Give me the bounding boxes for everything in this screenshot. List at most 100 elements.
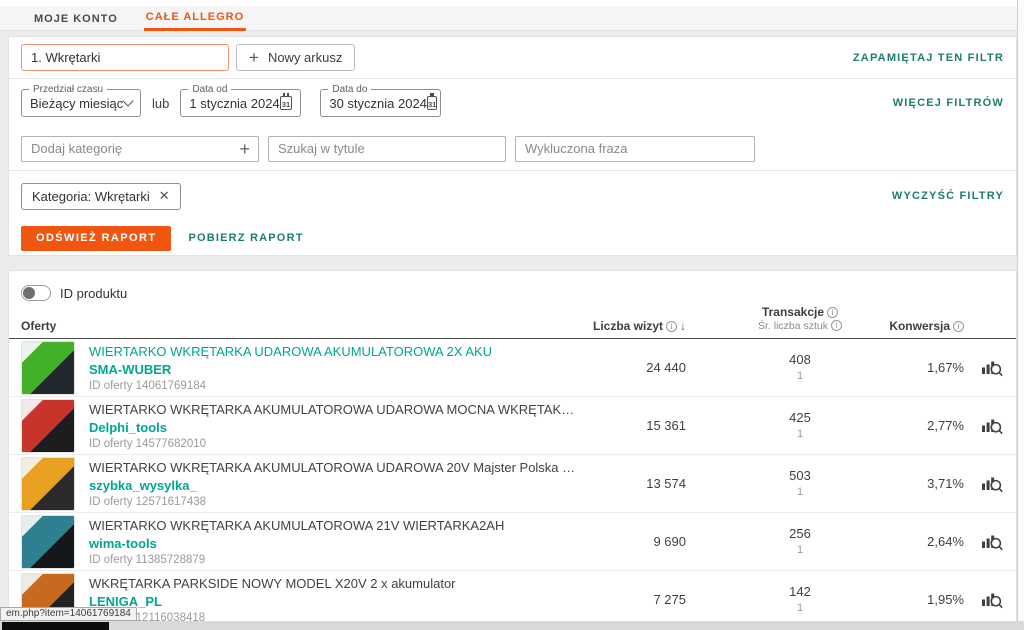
seller-link[interactable]: LENIGA_PL — [89, 594, 456, 609]
table-row: WIERTARKO WKRĘTARKA UDAROWA AKUMULATOROW… — [9, 339, 1016, 397]
visits-value: 24 440 — [576, 360, 686, 375]
seller-link[interactable]: SMA-WUBER — [89, 362, 492, 377]
conversion-value: 1,95% — [854, 592, 964, 607]
bottom-black-bar — [2, 622, 109, 630]
tab-list: MOJE KONTO CAŁE ALLEGRO — [32, 6, 246, 31]
category-filter-chip[interactable]: Kategoria: Wkrętarki ✕ — [21, 183, 181, 210]
product-id-toggle-label: ID produktu — [60, 286, 127, 301]
column-header-visits[interactable]: Liczba wizyt↓ — [576, 319, 686, 333]
offer-cell: WIERTARKO WKRĘTARKA UDAROWA AKUMULATOROW… — [21, 341, 576, 395]
scrollbar-gutter[interactable] — [1017, 0, 1024, 630]
filter-card: + Nowy arkusz ZAPAMIĘTAJ TEN FILTR Przed… — [8, 36, 1017, 256]
avg-units-value: 1 — [746, 485, 854, 500]
seller-link[interactable]: wima-tools — [89, 536, 504, 551]
or-label: lub — [152, 96, 169, 111]
transactions-value: 408 — [746, 351, 854, 369]
transactions-value: 256 — [746, 525, 854, 543]
stats-magnifier-icon[interactable] — [964, 473, 1004, 494]
column-header-conversion: Konwersja — [854, 319, 964, 333]
transactions-value: 142 — [746, 583, 854, 601]
column-header-avg-units: Śr. liczba sztuk — [746, 320, 854, 333]
transactions-value: 425 — [746, 409, 854, 427]
column-header-offers: Oferty — [21, 319, 576, 333]
chevron-down-icon — [122, 95, 133, 106]
offer-title[interactable]: WIERTARKO WKRĘTARKA AKUMULATOROWA UDAROW… — [89, 460, 576, 475]
report-card: ID produktu Oferty Liczba wizyt↓ Transak… — [8, 270, 1017, 630]
product-image[interactable] — [21, 399, 75, 453]
time-range-label: Przedział czasu — [29, 84, 107, 95]
conversion-value: 2,77% — [854, 418, 964, 433]
offer-id: ID oferty 12571617438 — [89, 496, 576, 508]
stats-magnifier-icon[interactable] — [964, 531, 1004, 552]
transactions-cell: 408 1 — [746, 351, 854, 383]
info-icon[interactable] — [831, 320, 842, 331]
offer-cell: WIERTARKO WKRĘTARKA AKUMULATOROWA 21V WI… — [21, 515, 576, 569]
page: MOJE KONTO CAŁE ALLEGRO + Nowy arkusz ZA… — [0, 0, 1024, 630]
plus-icon: + — [249, 49, 259, 66]
refresh-report-button[interactable]: ODŚWIEŻ RAPORT — [21, 226, 171, 251]
visits-value: 7 275 — [576, 592, 686, 607]
clear-filters-link[interactable]: WYCZYŚĆ FILTRY — [892, 190, 1004, 202]
add-category-plus-icon[interactable]: + — [239, 139, 250, 160]
offer-title[interactable]: WIERTARKO WKRĘTARKA AKUMULATOROWA 21V WI… — [89, 518, 504, 533]
product-image[interactable] — [21, 341, 75, 395]
search-filter-row: + — [9, 127, 1016, 171]
category-input[interactable] — [21, 136, 259, 162]
save-filter-link[interactable]: ZAPAMIĘTAJ TEN FILTR — [853, 52, 1004, 64]
tab-cale-allegro[interactable]: CAŁE ALLEGRO — [144, 6, 246, 31]
column-header-transactions: Transakcje Śr. liczba sztuk — [746, 305, 854, 333]
date-to-label: Data do — [328, 84, 371, 95]
info-icon[interactable] — [827, 307, 838, 318]
info-icon[interactable] — [953, 321, 964, 332]
table-row: WIERTARKO WKRĘTARKA AKUMULATOROWA UDAROW… — [9, 397, 1016, 455]
stats-magnifier-icon[interactable] — [964, 357, 1004, 378]
transactions-cell: 256 1 — [746, 525, 854, 557]
offer-title[interactable]: WKRĘTARKA PARKSIDE NOWY MODEL X20V 2 x a… — [89, 576, 456, 591]
offer-title[interactable]: WIERTARKO WKRĘTARKA UDAROWA AKUMULATOROW… — [89, 344, 492, 359]
active-filters-row: Kategoria: Wkrętarki ✕ WYCZYŚĆ FILTRY — [9, 171, 1016, 215]
transactions-cell: 142 1 — [746, 583, 854, 615]
avg-units-value: 1 — [746, 427, 854, 442]
offer-id: ID oferty 11385728879 — [89, 554, 504, 566]
transactions-cell: 425 1 — [746, 409, 854, 441]
title-search-input[interactable] — [268, 136, 506, 162]
date-from-value: 1 stycznia 2024 — [189, 96, 279, 111]
visits-value: 15 361 — [576, 418, 686, 433]
date-filter-row: Przedział czasu Bieżący miesiąc lub Data… — [9, 79, 1016, 127]
table-row: WIERTARKO WKRĘTARKA AKUMULATOROWA 21V WI… — [9, 513, 1016, 571]
new-sheet-button[interactable]: + Nowy arkusz — [236, 44, 355, 71]
calendar-icon[interactable]: 31 — [280, 96, 293, 110]
calendar-icon[interactable]: 31 — [427, 96, 437, 110]
product-image[interactable] — [21, 515, 75, 569]
offer-id: ID oferty 14061769184 — [89, 380, 492, 392]
offer-id: ID oferty 14577682010 — [89, 438, 576, 450]
product-image[interactable] — [21, 457, 75, 511]
info-icon[interactable] — [666, 321, 677, 332]
excluded-phrase-input[interactable] — [515, 136, 755, 162]
more-filters-link[interactable]: WIĘCEJ FILTRÓW — [893, 97, 1004, 109]
browser-status-tooltip: em.php?item=14061769184 — [0, 607, 137, 621]
seller-link[interactable]: Delphi_tools — [89, 420, 576, 435]
actions-row: ODŚWIEŻ RAPORT POBIERZ RAPORT — [9, 215, 1016, 261]
toggle-knob — [23, 287, 35, 299]
offer-title[interactable]: WIERTARKO WKRĘTARKA AKUMULATOROWA UDAROW… — [89, 402, 576, 417]
seller-link[interactable]: szybka_wysylka_ — [89, 478, 576, 493]
tab-moje-konto[interactable]: MOJE KONTO — [32, 6, 120, 31]
sheet-row: + Nowy arkusz ZAPAMIĘTAJ TEN FILTR — [9, 37, 1016, 79]
offer-cell: WIERTARKO WKRĘTARKA AKUMULATOROWA UDAROW… — [21, 457, 576, 511]
date-to-field[interactable]: Data do 30 stycznia 2024 31 — [320, 89, 441, 117]
table-header: Oferty Liczba wizyt↓ Transakcje Śr. licz… — [9, 305, 1016, 339]
product-id-toggle[interactable] — [21, 285, 51, 301]
time-range-select[interactable]: Przedział czasu Bieżący miesiąc — [21, 89, 141, 117]
stats-magnifier-icon[interactable] — [964, 415, 1004, 436]
transactions-cell: 503 1 — [746, 467, 854, 499]
sort-descending-icon[interactable]: ↓ — [680, 319, 686, 333]
date-from-field[interactable]: Data od 1 stycznia 2024 31 — [180, 89, 301, 117]
close-icon[interactable]: ✕ — [159, 188, 170, 204]
stats-magnifier-icon[interactable] — [964, 589, 1004, 610]
date-from-label: Data od — [188, 84, 231, 95]
sheet-name-input[interactable] — [21, 44, 229, 71]
conversion-value: 2,64% — [854, 534, 964, 549]
download-report-link[interactable]: POBIERZ RAPORT — [188, 232, 303, 244]
avg-units-value: 1 — [746, 601, 854, 616]
